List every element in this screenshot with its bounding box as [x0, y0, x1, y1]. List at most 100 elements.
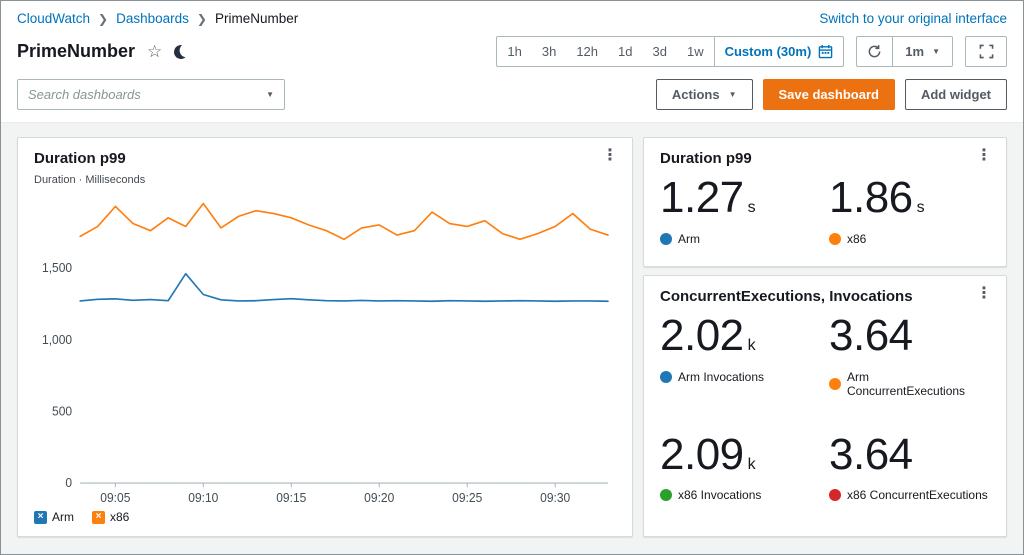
legend-dot-icon: [829, 378, 841, 390]
breadcrumb: CloudWatch ❯ Dashboards ❯ PrimeNumber Sw…: [1, 1, 1023, 34]
breadcrumb-separator-icon: ❯: [197, 12, 207, 26]
metric-label: x86 Invocations: [678, 488, 761, 502]
legend-swatch-icon: ×: [34, 511, 47, 524]
legend-label: x86: [110, 510, 129, 524]
widget-title: ConcurrentExecutions, Invocations: [660, 288, 990, 305]
time-range-1h[interactable]: 1h: [497, 37, 531, 66]
legend-dot-icon: [829, 233, 841, 245]
legend-dot-icon: [660, 489, 672, 501]
favorite-star-icon[interactable]: ☆: [147, 43, 162, 60]
breadcrumb-separator-icon: ❯: [98, 12, 108, 26]
chevron-down-icon[interactable]: ▼: [266, 90, 274, 99]
actions-label: Actions: [672, 87, 720, 102]
metric-x86-concurrent: 3.64 x86 ConcurrentExecutions: [829, 430, 990, 503]
widget-title: Duration p99: [34, 150, 616, 167]
metric-arm-invocations: 2.02 k Arm Invocations: [660, 311, 821, 398]
legend-dot-icon: [660, 233, 672, 245]
actions-button[interactable]: Actions ▼: [656, 79, 753, 110]
legend-label: Arm: [52, 510, 74, 524]
time-range-1d[interactable]: 1d: [608, 37, 642, 66]
svg-text:1,500: 1,500: [42, 261, 72, 275]
right-column: Duration p99 ⋮ 1.27 s Arm: [643, 137, 1007, 537]
widget-menu-icon[interactable]: ⋮: [972, 284, 996, 304]
save-dashboard-button[interactable]: Save dashboard: [763, 79, 895, 110]
metric-value: 3.64: [829, 430, 913, 481]
metric-value: 2.09: [660, 430, 744, 481]
widget-menu-icon[interactable]: ⋮: [598, 146, 622, 166]
refresh-icon: [867, 44, 882, 59]
time-controls: 1h 3h 12h 1d 3d 1w Custom (30m): [496, 36, 1007, 67]
toolbar-buttons: Actions ▼ Save dashboard Add widget: [656, 79, 1007, 110]
page-title: PrimeNumber: [17, 41, 135, 62]
refresh-interval-dropdown[interactable]: 1m ▼: [893, 37, 952, 66]
breadcrumb-cloudwatch[interactable]: CloudWatch: [17, 11, 90, 26]
svg-text:09:15: 09:15: [276, 491, 306, 505]
chart-area[interactable]: 05001,0001,50009:0509:1009:1509:2009:250…: [34, 188, 616, 508]
refresh-controls: 1m ▼: [856, 36, 953, 67]
chart-legend: × Arm × x86: [34, 510, 616, 524]
metric-label: Arm Invocations: [678, 370, 764, 384]
metric-label: Arm ConcurrentExecutions: [847, 370, 990, 398]
metric-x86-duration: 1.86 s x86: [829, 173, 990, 246]
fullscreen-icon: [979, 44, 994, 59]
metric-arm-concurrent: 3.64 Arm ConcurrentExecutions: [829, 311, 990, 398]
legend-dot-icon: [660, 371, 672, 383]
metric-unit: s: [917, 199, 925, 217]
time-range-group: 1h 3h 12h 1d 3d 1w Custom (30m): [496, 36, 844, 67]
svg-text:09:30: 09:30: [540, 491, 570, 505]
breadcrumb-dashboards[interactable]: Dashboards: [116, 11, 189, 26]
refresh-button[interactable]: [857, 37, 893, 66]
dashboard-grid: Duration p99 ⋮ Duration · Milliseconds 0…: [1, 122, 1023, 554]
dashboard-toolbar: ▼ Actions ▼ Save dashboard Add widget: [1, 75, 1023, 122]
legend-item-arm[interactable]: × Arm: [34, 510, 74, 524]
custom-time-range-button[interactable]: Custom (30m): [714, 37, 844, 66]
search-input[interactable]: [28, 87, 266, 102]
svg-text:09:05: 09:05: [100, 491, 130, 505]
time-range-12h[interactable]: 12h: [566, 37, 608, 66]
widget-duration-numbers: Duration p99 ⋮ 1.27 s Arm: [643, 137, 1007, 267]
time-range-3h[interactable]: 3h: [532, 37, 566, 66]
metric-unit: k: [748, 456, 756, 474]
add-widget-button[interactable]: Add widget: [905, 79, 1007, 110]
metric-grid: 2.02 k Arm Invocations 3.64: [660, 311, 990, 502]
widget-title: Duration p99: [660, 150, 990, 167]
widget-duration-line-chart: Duration p99 ⋮ Duration · Milliseconds 0…: [17, 137, 633, 537]
search-dashboards-combobox[interactable]: ▼: [17, 79, 285, 110]
metric-unit: k: [748, 337, 756, 355]
metric-x86-invocations: 2.09 k x86 Invocations: [660, 430, 821, 503]
metric-grid: 1.27 s Arm 1.86 s: [660, 173, 990, 246]
metric-label: x86 ConcurrentExecutions: [847, 488, 988, 502]
custom-time-range-label: Custom (30m): [725, 44, 812, 59]
dark-mode-moon-icon[interactable]: [173, 43, 190, 60]
time-range-3d[interactable]: 3d: [643, 37, 677, 66]
widget-concurrent-invocations: ConcurrentExecutions, Invocations ⋮ 2.02…: [643, 275, 1007, 537]
refresh-interval-value: 1m: [905, 44, 924, 59]
legend-swatch-icon: ×: [92, 511, 105, 524]
legend-item-x86[interactable]: × x86: [92, 510, 129, 524]
chevron-down-icon: ▼: [932, 47, 940, 56]
duration-chart[interactable]: 05001,0001,50009:0509:1009:1509:2009:250…: [34, 188, 616, 508]
svg-text:500: 500: [52, 404, 72, 418]
fullscreen-button[interactable]: [965, 36, 1007, 67]
metric-unit: s: [748, 199, 756, 217]
svg-text:09:20: 09:20: [364, 491, 394, 505]
metric-arm-duration: 1.27 s Arm: [660, 173, 821, 246]
switch-interface-link[interactable]: Switch to your original interface: [819, 11, 1007, 26]
calendar-icon: [818, 44, 833, 59]
svg-text:0: 0: [65, 476, 72, 490]
metric-value: 1.86: [829, 173, 913, 224]
breadcrumb-current: PrimeNumber: [215, 11, 298, 26]
metric-label: Arm: [678, 232, 700, 246]
dashboard-header: PrimeNumber ☆ 1h 3h 12h 1d 3d 1w Custom …: [1, 34, 1023, 75]
time-range-1w[interactable]: 1w: [677, 37, 714, 66]
metric-value: 3.64: [829, 311, 913, 362]
cloudwatch-window: CloudWatch ❯ Dashboards ❯ PrimeNumber Sw…: [0, 0, 1024, 555]
svg-text:09:10: 09:10: [188, 491, 218, 505]
metric-value: 2.02: [660, 311, 744, 362]
widget-menu-icon[interactable]: ⋮: [972, 146, 996, 166]
chart-axis-label: Duration · Milliseconds: [34, 174, 616, 186]
chevron-down-icon: ▼: [729, 90, 737, 99]
svg-text:1,000: 1,000: [42, 333, 72, 347]
metric-label: x86: [847, 232, 866, 246]
metric-value: 1.27: [660, 173, 744, 224]
